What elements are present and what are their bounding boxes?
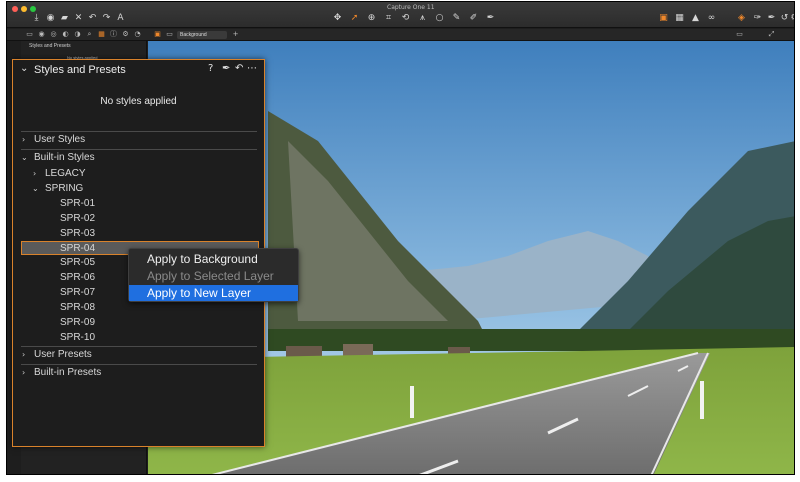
chevron-down-icon: ⌄ <box>21 153 28 162</box>
warning-icon[interactable]: ▲ <box>690 13 701 24</box>
style-item[interactable]: SPR-01 <box>13 197 264 211</box>
section-builtin-styles[interactable]: ⌄ Built-in Styles <box>13 151 264 165</box>
chevron-right-icon: › <box>22 368 26 377</box>
section-label: User Styles <box>34 134 86 145</box>
style-item[interactable]: SPR-02 <box>13 212 264 226</box>
viewer-subbar: ▭ ◉ ◎ ◐ ◑ ⌕ ▦ ⓘ ⚙ ◔ ▣ ▭ Background + ▭ ⤢ <box>7 29 794 41</box>
style-item-label: SPR-02 <box>60 213 96 224</box>
details-tab-icon[interactable]: ⌕ <box>85 30 94 39</box>
settings-icon[interactable]: ⚙ <box>789 13 794 24</box>
group-label: SPRING <box>45 183 84 194</box>
viewer-icon[interactable]: ▣ <box>658 13 669 24</box>
cursor-icon[interactable]: ➚ <box>349 13 360 24</box>
panel-title: Styles and Presets <box>34 64 126 76</box>
style-item-label: SPR-08 <box>60 302 96 313</box>
gradient-brush-icon[interactable]: ✐ <box>468 13 479 24</box>
style-item[interactable]: SPR-08 <box>13 301 264 315</box>
capture-tab-icon[interactable]: ◉ <box>37 30 46 39</box>
capture-icon[interactable]: ◉ <box>45 13 56 24</box>
color-tab-icon[interactable]: ◐ <box>61 30 70 39</box>
batch-tab-icon[interactable]: ◔ <box>133 30 142 39</box>
chevron-right-icon: › <box>33 169 37 178</box>
import-icon[interactable]: ⤓ <box>31 13 42 24</box>
style-item-label: SPR-05 <box>60 257 96 268</box>
style-item-label: SPR-04 <box>60 243 96 254</box>
text-icon[interactable]: A <box>115 13 126 24</box>
picker-icon[interactable]: ✒ <box>485 13 496 24</box>
section-builtin-presets[interactable]: › Built-in Presets <box>13 366 264 380</box>
more-options-icon[interactable]: ⋯ <box>247 63 257 74</box>
filmstrip-icon[interactable]: ▭ <box>735 30 744 39</box>
lens-tab-icon[interactable]: ◎ <box>49 30 58 39</box>
style-item-label: SPR-03 <box>60 228 96 239</box>
chevron-down-icon: ⌄ <box>32 184 39 193</box>
keystone-icon[interactable]: ⩚ <box>417 13 428 24</box>
divider <box>21 364 257 365</box>
chevron-right-icon: › <box>22 350 26 359</box>
window-title: Capture One 11 <box>387 4 435 11</box>
divider <box>21 346 257 347</box>
layers-icon[interactable]: ◈ <box>736 13 747 24</box>
delete-icon[interactable]: ✕ <box>73 13 84 24</box>
close-window-button[interactable] <box>12 6 18 12</box>
copy-style-icon[interactable]: ✒ <box>222 63 230 74</box>
section-label: Built-in Styles <box>34 152 95 163</box>
library-tab-icon[interactable]: ▭ <box>25 30 34 39</box>
style-item-label: SPR-01 <box>60 198 96 209</box>
undo-icon[interactable]: ↶ <box>87 13 98 24</box>
main-toolbar: Capture One 11 ⤓ ◉ ▰ ✕ ↶ ↷ A ✥ ➚ ⊕ ⌗ ⟲ ⩚… <box>7 2 794 28</box>
redo-icon[interactable]: ↷ <box>101 13 112 24</box>
fullscreen-icon[interactable]: ⤢ <box>767 30 776 39</box>
output-tab-icon[interactable]: ⚙ <box>121 30 130 39</box>
style-item-label: SPR-09 <box>60 317 96 328</box>
group-label: LEGACY <box>45 168 86 179</box>
screenshot-frame: Capture One 11 ⤓ ◉ ▰ ✕ ↶ ↷ A ✥ ➚ ⊕ ⌗ ⟲ ⩚… <box>0 0 800 482</box>
reset-style-icon[interactable]: ↶ <box>235 63 243 74</box>
chevron-right-icon: › <box>22 135 26 144</box>
section-label: User Presets <box>34 349 92 360</box>
divider <box>21 131 257 132</box>
style-item-label: SPR-10 <box>60 332 96 343</box>
style-item[interactable]: SPR-03 <box>13 227 264 241</box>
section-user-styles[interactable]: › User Styles <box>13 133 264 147</box>
style-item[interactable]: SPR-09 <box>13 316 264 330</box>
zoom-tool-icon[interactable]: ⊕ <box>366 13 377 24</box>
rotate-icon[interactable]: ⟲ <box>400 13 411 24</box>
divider <box>21 149 257 150</box>
folder-icon[interactable]: ▰ <box>59 13 70 24</box>
menu-item-apply-to-background[interactable]: Apply to Background <box>129 251 298 267</box>
eyedropper-icon[interactable]: ✑ <box>752 13 763 24</box>
section-user-presets[interactable]: › User Presets <box>13 348 264 362</box>
grid-icon[interactable]: ▦ <box>674 13 685 24</box>
add-layer-icon[interactable]: + <box>231 30 240 39</box>
brush-icon[interactable]: ✎ <box>451 13 462 24</box>
collapse-chevron-icon[interactable]: ⌄ <box>20 63 28 74</box>
group-legacy[interactable]: › LEGACY <box>13 167 264 181</box>
context-menu: Apply to Background Apply to Selected La… <box>128 248 299 302</box>
menu-item-apply-to-selected-layer[interactable]: Apply to Selected Layer <box>129 268 298 284</box>
multi-view-icon[interactable]: ▭ <box>165 30 174 39</box>
crop-icon[interactable]: ⌗ <box>383 13 394 24</box>
adjustments-tab-icon[interactable]: ▦ <box>97 30 106 39</box>
spot-icon[interactable]: ○ <box>434 13 445 24</box>
single-view-icon[interactable]: ▣ <box>153 30 162 39</box>
menu-item-apply-to-new-layer[interactable]: Apply to New Layer <box>129 285 298 301</box>
help-icon[interactable]: ? <box>208 63 213 74</box>
section-label: Built-in Presets <box>34 367 102 378</box>
exposure-tab-icon[interactable]: ◑ <box>73 30 82 39</box>
sidebar-tool-title: Styles and Presets <box>29 43 71 49</box>
copy-adjust-icon[interactable]: ✒ <box>766 13 777 24</box>
proof-glasses-icon[interactable]: ∞ <box>706 13 717 24</box>
panel-header: ⌄ Styles and Presets ? ✒ ↶ ⋯ <box>13 60 264 80</box>
zoom-window-button[interactable] <box>30 6 36 12</box>
style-item-label: SPR-06 <box>60 272 96 283</box>
metadata-tab-icon[interactable]: ⓘ <box>109 30 118 39</box>
minimize-window-button[interactable] <box>21 6 27 12</box>
styles-status: No styles applied <box>100 96 177 107</box>
pan-icon[interactable]: ✥ <box>332 13 343 24</box>
layer-select[interactable]: Background <box>177 31 227 39</box>
style-item[interactable]: SPR-10 <box>13 331 264 345</box>
group-spring[interactable]: ⌄ SPRING <box>13 182 264 196</box>
style-item-label: SPR-07 <box>60 287 96 298</box>
